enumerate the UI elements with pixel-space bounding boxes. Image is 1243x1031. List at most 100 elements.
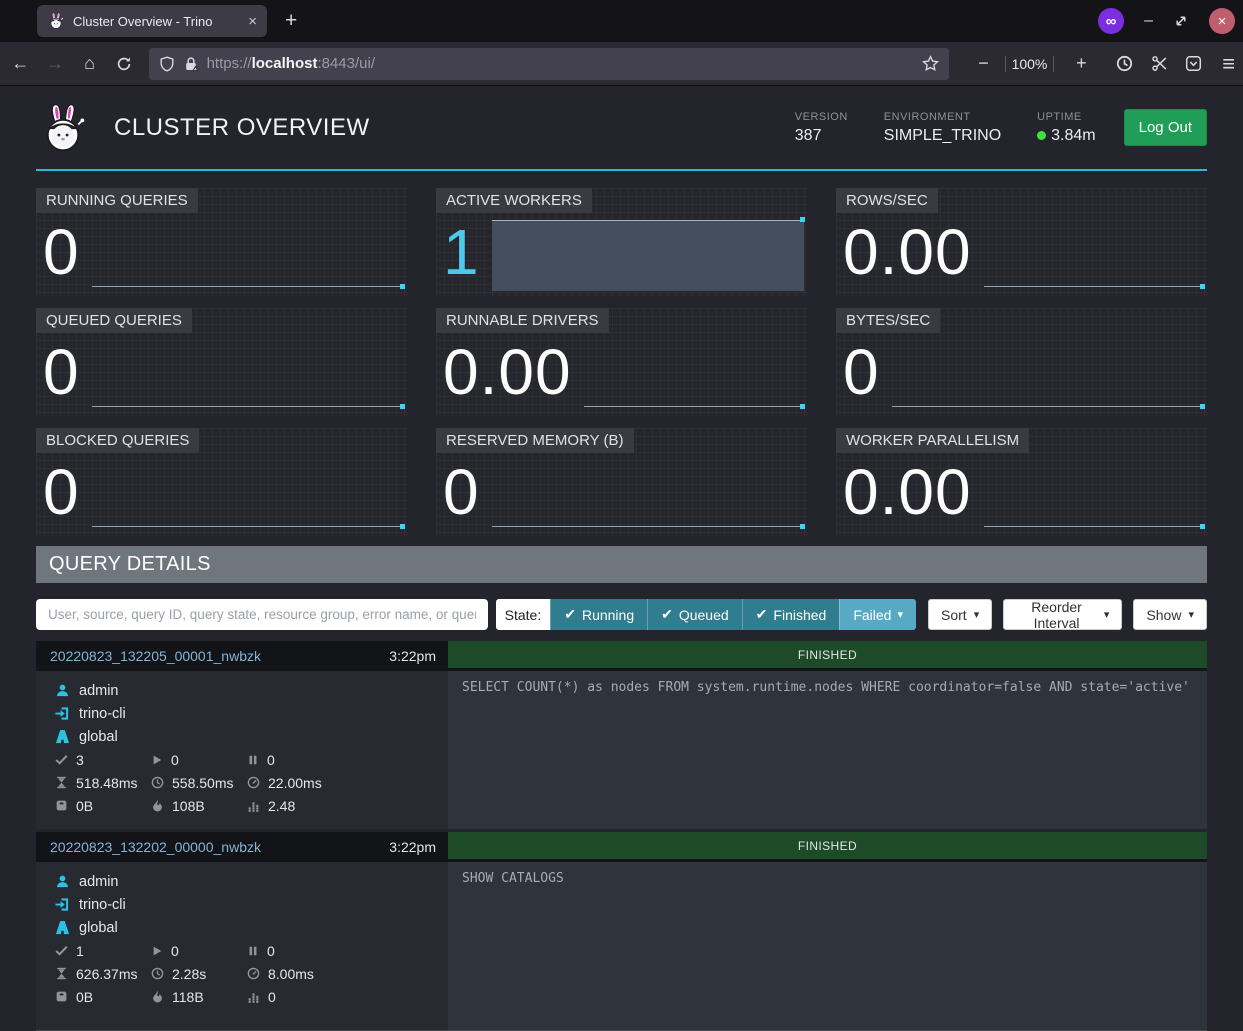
splits-queued: 0 bbox=[267, 752, 275, 768]
query-user: admin bbox=[79, 683, 119, 699]
maximize-button[interactable] bbox=[1173, 13, 1189, 29]
scale-icon bbox=[55, 799, 68, 812]
logout-button[interactable]: Log Out bbox=[1124, 109, 1207, 146]
user-icon bbox=[55, 683, 70, 698]
tracking-shield-icon[interactable] bbox=[159, 56, 175, 72]
fire-icon bbox=[151, 990, 164, 1003]
back-button[interactable]: ← bbox=[6, 49, 35, 79]
search-input[interactable] bbox=[36, 599, 488, 630]
splits-completed: 1 bbox=[76, 943, 84, 959]
browser-tab[interactable]: Cluster Overview - Trino × bbox=[37, 5, 267, 37]
history-clock-icon[interactable] bbox=[1110, 49, 1139, 79]
chevron-down-icon: ▾ bbox=[1188, 608, 1194, 621]
bookmark-star-icon[interactable] bbox=[922, 55, 939, 72]
trino-ui-page: CLUSTER OVERVIEW VERSION 387 ENVIRONMENT… bbox=[0, 86, 1243, 1031]
tile-rows-sec: ROWS/SEC 0.00 bbox=[836, 188, 1207, 296]
check-icon bbox=[55, 753, 68, 766]
home-button[interactable]: ⌂ bbox=[75, 49, 104, 79]
tab-title: Cluster Overview - Trino bbox=[73, 14, 240, 29]
check-icon: ✔ bbox=[564, 606, 576, 623]
tile-label: WORKER PARALLELISM bbox=[836, 428, 1029, 453]
current-memory: 0B bbox=[76, 798, 93, 814]
zoom-in-button[interactable]: + bbox=[1066, 49, 1096, 79]
chevron-down-icon: ▾ bbox=[1104, 608, 1110, 621]
zoom-level[interactable]: 100% bbox=[1012, 56, 1048, 72]
close-button[interactable]: × bbox=[1209, 8, 1235, 34]
sort-dropdown[interactable]: Sort▾ bbox=[928, 599, 992, 630]
state-finished-button[interactable]: ✔Finished bbox=[742, 599, 840, 630]
tile-queued-queries: QUEUED QUERIES 0 bbox=[36, 308, 407, 416]
query-id-link[interactable]: 20220823_132205_00001_nwbzk bbox=[50, 648, 261, 664]
query-meta-panel: admin trino-cli global 3 0 0 518.48ms 55… bbox=[36, 671, 448, 829]
query-status-container: FINISHED bbox=[448, 832, 1207, 862]
play-icon bbox=[151, 945, 163, 957]
minimize-button[interactable]: – bbox=[1144, 12, 1153, 30]
query-user: admin bbox=[79, 874, 119, 890]
sparkline bbox=[584, 332, 804, 416]
lock-icon[interactable] bbox=[183, 56, 199, 72]
sparkline bbox=[492, 212, 804, 296]
wall-time: 518.48ms bbox=[76, 775, 137, 791]
pause-icon bbox=[247, 945, 259, 957]
reorder-interval-dropdown[interactable]: Reorder Interval▾ bbox=[1003, 599, 1122, 630]
tile-value: 0 bbox=[43, 332, 80, 416]
cumulative-memory: 108B bbox=[172, 798, 205, 814]
query-row-header: 20220823_132202_00000_nwbzk 3:22pm bbox=[36, 832, 448, 862]
play-icon bbox=[151, 754, 163, 766]
clock-icon bbox=[151, 967, 164, 980]
tile-value: 0.00 bbox=[843, 212, 972, 296]
cpu-time: 8.00ms bbox=[268, 966, 314, 982]
window-controls: ∞ – × bbox=[1098, 0, 1235, 42]
road-icon bbox=[55, 920, 70, 935]
status-badge: FINISHED bbox=[448, 641, 1207, 668]
parallelism: 2.48 bbox=[268, 798, 295, 814]
state-running-button[interactable]: ✔Running bbox=[550, 599, 647, 630]
reload-button[interactable] bbox=[110, 49, 139, 79]
cluster-meta: VERSION 387 ENVIRONMENT SIMPLE_TRINO UPT… bbox=[795, 111, 1096, 145]
menu-hamburger-icon[interactable]: ≡ bbox=[1214, 49, 1243, 79]
zoom-out-button[interactable]: − bbox=[969, 49, 999, 79]
sparkline bbox=[492, 452, 804, 536]
sparkline bbox=[92, 212, 404, 296]
tile-label: BLOCKED QUERIES bbox=[36, 428, 199, 453]
splits-running: 0 bbox=[171, 752, 179, 768]
forward-button[interactable]: → bbox=[41, 49, 70, 79]
query-id-link[interactable]: 20220823_132202_00000_nwbzk bbox=[50, 839, 261, 855]
check-icon: ✔ bbox=[756, 606, 768, 623]
state-queued-button[interactable]: ✔Queued bbox=[647, 599, 742, 630]
elapsed-time: 2.28s bbox=[172, 966, 206, 982]
new-tab-button[interactable]: + bbox=[285, 9, 297, 33]
pocket-icon[interactable] bbox=[1180, 49, 1209, 79]
tab-close-icon[interactable]: × bbox=[248, 13, 257, 30]
query-resource-group: global bbox=[79, 729, 118, 745]
state-failed-dropdown[interactable]: Failed▾ bbox=[839, 599, 916, 630]
tile-label: ROWS/SEC bbox=[836, 188, 938, 213]
wall-time: 626.37ms bbox=[76, 966, 137, 982]
scale-icon bbox=[55, 990, 68, 1003]
pause-icon bbox=[247, 754, 259, 766]
stat-tiles: RUNNING QUERIES 0 ACTIVE WORKERS 1 ROWS/… bbox=[36, 188, 1207, 536]
url-bar[interactable]: https://localhost:8443/ui/ bbox=[149, 48, 949, 80]
sparkline bbox=[92, 452, 404, 536]
tile-blocked-queries: BLOCKED QUERIES 0 bbox=[36, 428, 407, 536]
sparkline bbox=[92, 332, 404, 416]
screenshot-scissors-icon[interactable] bbox=[1145, 49, 1174, 79]
tile-label: RUNNING QUERIES bbox=[36, 188, 198, 213]
query-source: trino-cli bbox=[79, 897, 126, 913]
sparkline bbox=[984, 212, 1204, 296]
check-icon: ✔ bbox=[661, 606, 673, 623]
navigation-toolbar: ← → ⌂ https://localhost:8443/ui/ − 100% … bbox=[0, 42, 1243, 86]
trino-favicon bbox=[47, 12, 65, 30]
fire-icon bbox=[151, 799, 164, 812]
show-dropdown[interactable]: Show▾ bbox=[1133, 599, 1207, 630]
version-value: 387 bbox=[795, 127, 848, 145]
query-time: 3:22pm bbox=[389, 648, 436, 664]
check-icon bbox=[55, 944, 68, 957]
trino-logo bbox=[36, 99, 90, 157]
tile-value: 0 bbox=[43, 452, 80, 536]
browser-window: Cluster Overview - Trino × + ∞ – × ← → ⌂… bbox=[0, 0, 1243, 1031]
elapsed-time: 558.50ms bbox=[172, 775, 233, 791]
tab-strip: Cluster Overview - Trino × + ∞ – × bbox=[0, 0, 1243, 42]
url-text: https://localhost:8443/ui/ bbox=[207, 55, 914, 72]
version-block: VERSION 387 bbox=[795, 111, 848, 145]
